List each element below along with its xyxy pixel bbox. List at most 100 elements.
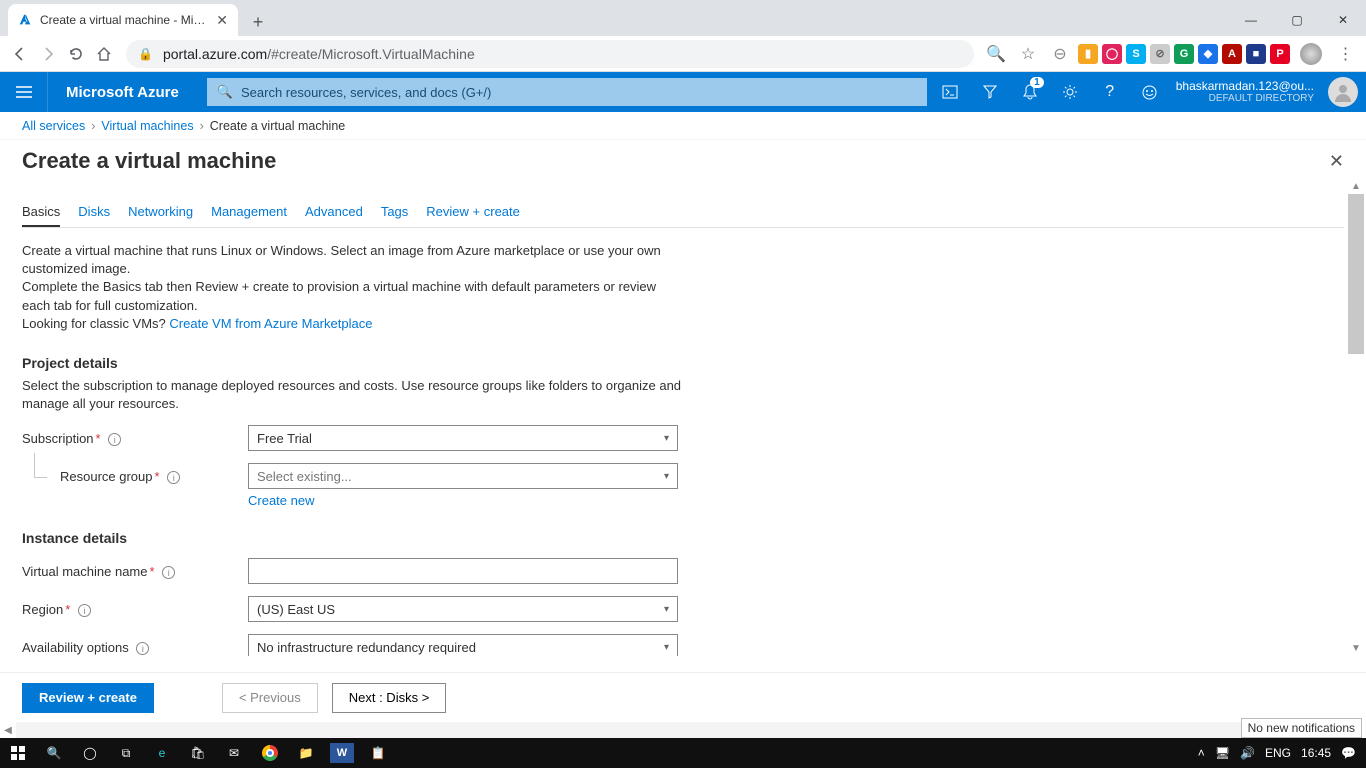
tray-chevron-icon[interactable]: ˄ <box>1198 746 1205 760</box>
vertical-scrollbar[interactable]: ▲ ▼ <box>1348 178 1364 656</box>
page-header: Create a virtual machine ✕ <box>0 140 1366 178</box>
search-button[interactable]: 🔍 <box>36 738 72 768</box>
close-blade-button[interactable]: ✕ <box>1329 151 1344 172</box>
tray-time[interactable]: 16:45 <box>1301 746 1331 760</box>
notifications-icon[interactable]: 1 <box>1010 72 1050 112</box>
word-icon[interactable]: W <box>330 743 354 763</box>
notepad-icon[interactable]: 📋 <box>360 738 396 768</box>
cloud-shell-icon[interactable] <box>930 72 970 112</box>
availability-select[interactable]: No infrastructure redundancy required▾ <box>248 634 678 656</box>
breadcrumb-virtual-machines[interactable]: Virtual machines <box>101 119 193 133</box>
back-button[interactable] <box>6 40 34 68</box>
subscription-select[interactable]: Free Trial▾ <box>248 425 678 451</box>
ext-icon-6[interactable]: ◆ <box>1198 44 1218 64</box>
tab-networking[interactable]: Networking <box>128 198 193 227</box>
cortana-button[interactable]: ◯ <box>72 738 108 768</box>
project-details-desc: Select the subscription to manage deploy… <box>22 377 682 413</box>
notification-tooltip: No new notifications <box>1241 718 1362 738</box>
scroll-left-icon[interactable]: ◀ <box>0 725 16 736</box>
ext-icon-8[interactable]: ■ <box>1246 44 1266 64</box>
tab-basics[interactable]: Basics <box>22 198 60 227</box>
tab-disks[interactable]: Disks <box>78 198 110 227</box>
ext-icon-5[interactable]: G <box>1174 44 1194 64</box>
required-marker: * <box>150 564 155 579</box>
tab-tags[interactable]: Tags <box>381 198 408 227</box>
create-new-link[interactable]: Create new <box>248 493 314 508</box>
tray-language[interactable]: ENG <box>1265 746 1291 760</box>
scroll-down-icon[interactable]: ▼ <box>1348 640 1364 656</box>
maximize-button[interactable]: ▢ <box>1274 4 1320 36</box>
start-button[interactable] <box>0 738 36 768</box>
chrome-icon[interactable] <box>252 738 288 768</box>
zoom-icon[interactable]: 🔍 <box>982 40 1010 68</box>
availability-value: No infrastructure redundancy required <box>257 640 476 655</box>
mail-icon[interactable]: ✉ <box>216 738 252 768</box>
ext-icon-1[interactable]: ▮ <box>1078 44 1098 64</box>
url-host: portal.azure.com <box>163 46 267 62</box>
tab-close-icon[interactable]: ✕ <box>216 12 228 29</box>
help-icon[interactable]: ? <box>1090 72 1130 112</box>
home-button[interactable] <box>90 40 118 68</box>
new-tab-button[interactable]: + <box>244 8 272 36</box>
tab-advanced[interactable]: Advanced <box>305 198 363 227</box>
forward-button[interactable] <box>34 40 62 68</box>
next-button[interactable]: Next : Disks > <box>332 683 447 713</box>
extensions-area: 🔍 ☆ ⊖ ▮ ◯ S ⊘ G ◆ A ■ P ⋮ <box>982 40 1360 68</box>
intro-line-1: Create a virtual machine that runs Linux… <box>22 242 682 278</box>
browser-tab-title: Create a virtual machine - Micros <box>40 13 210 27</box>
resource-group-select[interactable]: Select existing...▾ <box>248 463 678 489</box>
account-directory: DEFAULT DIRECTORY <box>1176 93 1314 105</box>
scroll-up-icon[interactable]: ▲ <box>1348 178 1364 194</box>
marketplace-link[interactable]: Create VM from Azure Marketplace <box>169 316 372 331</box>
tab-review-create[interactable]: Review + create <box>426 198 520 227</box>
info-icon[interactable]: i <box>78 604 91 617</box>
feedback-icon[interactable] <box>1130 72 1170 112</box>
minimize-button[interactable]: — <box>1228 4 1274 36</box>
store-icon[interactable]: 🛍 <box>180 738 216 768</box>
info-icon[interactable]: i <box>108 433 121 446</box>
reload-button[interactable] <box>62 40 90 68</box>
address-bar[interactable]: 🔒 portal.azure.com/#create/Microsoft.Vir… <box>126 40 974 68</box>
network-icon[interactable]: 🖥 <box>1215 746 1230 760</box>
hscroll-track[interactable] <box>16 722 1332 738</box>
tab-management[interactable]: Management <box>211 198 287 227</box>
subscription-label: Subscription <box>22 431 94 446</box>
account-avatar[interactable] <box>1328 77 1358 107</box>
subscription-field: Subscription* i Free Trial▾ <box>22 425 1344 451</box>
ext-icon-2[interactable]: ◯ <box>1102 44 1122 64</box>
vm-name-input[interactable] <box>248 558 678 584</box>
azure-brand[interactable]: Microsoft Azure <box>48 84 197 101</box>
review-create-button[interactable]: Review + create <box>22 683 154 713</box>
info-icon[interactable]: i <box>167 471 180 484</box>
pinterest-icon[interactable]: P <box>1270 44 1290 64</box>
edge-icon[interactable]: e <box>144 738 180 768</box>
chrome-menu-button[interactable]: ⋮ <box>1332 40 1360 68</box>
chrome-profile-avatar[interactable] <box>1300 43 1322 65</box>
volume-icon[interactable]: 🔊 <box>1240 746 1255 760</box>
scrollbar-thumb[interactable] <box>1348 194 1364 354</box>
hamburger-menu[interactable] <box>0 72 48 112</box>
ext-icon-4[interactable]: ⊘ <box>1150 44 1170 64</box>
task-view-button[interactable]: ⧉ <box>108 738 144 768</box>
previous-button[interactable]: < Previous <box>222 683 318 713</box>
action-center-icon[interactable]: 💬 <box>1341 746 1356 760</box>
azure-search-input[interactable]: 🔍 Search resources, services, and docs (… <box>207 78 927 106</box>
form-content: Basics Disks Networking Management Advan… <box>0 178 1366 656</box>
info-icon[interactable]: i <box>162 566 175 579</box>
directory-filter-icon[interactable] <box>970 72 1010 112</box>
breadcrumb-all-services[interactable]: All services <box>22 119 85 133</box>
url-path: /#create/Microsoft.VirtualMachine <box>267 46 475 62</box>
ext-minus-icon[interactable]: ⊖ <box>1046 40 1074 68</box>
bookmark-icon[interactable]: ☆ <box>1014 40 1042 68</box>
horizontal-scrollbar[interactable]: ◀ ▶ <box>0 722 1348 738</box>
intro-line-3: Looking for classic VMs? <box>22 316 169 331</box>
browser-tab[interactable]: Create a virtual machine - Micros ✕ <box>8 4 238 36</box>
skype-icon[interactable]: S <box>1126 44 1146 64</box>
file-explorer-icon[interactable]: 📁 <box>288 738 324 768</box>
settings-icon[interactable] <box>1050 72 1090 112</box>
info-icon[interactable]: i <box>136 642 149 655</box>
account-info[interactable]: bhaskarmadan.123@ou... DEFAULT DIRECTORY <box>1170 79 1320 105</box>
region-select[interactable]: (US) East US▾ <box>248 596 678 622</box>
pdf-icon[interactable]: A <box>1222 44 1242 64</box>
close-window-button[interactable]: ✕ <box>1320 4 1366 36</box>
